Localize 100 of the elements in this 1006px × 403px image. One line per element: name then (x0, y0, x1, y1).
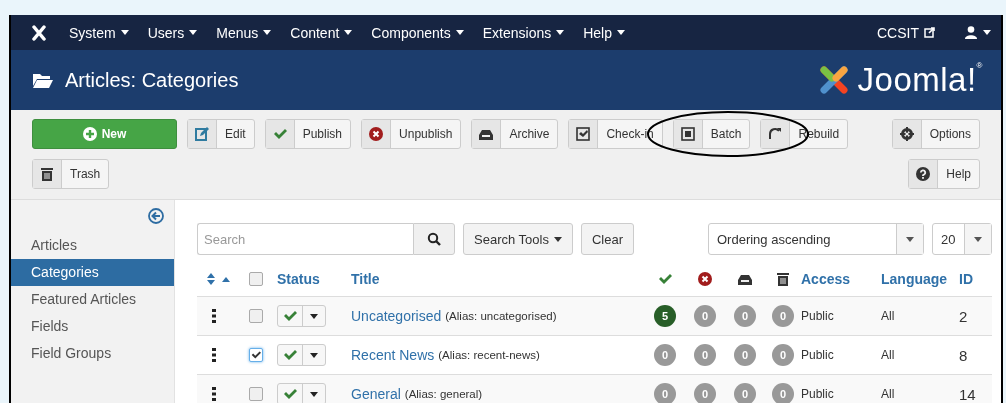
access-text: Public (801, 387, 834, 401)
publish-button[interactable]: Publish (264, 119, 352, 149)
check-icon (272, 127, 287, 141)
column-header[interactable]: Access (801, 271, 851, 287)
status-toggle[interactable] (277, 383, 326, 403)
caret-icon (974, 236, 982, 242)
sidebar-item[interactable]: Field Groups (11, 340, 174, 367)
id-text: 14 (959, 385, 976, 403)
status-toggle[interactable] (277, 344, 326, 366)
drag-handle-icon[interactable] (212, 387, 216, 401)
page-title: Articles: Categories (65, 68, 240, 92)
column-header[interactable]: Title (351, 271, 380, 287)
logo-text: Joomla!$^{®}$ (857, 61, 983, 99)
drag-handle-icon[interactable] (212, 309, 216, 323)
check-icon (283, 309, 297, 323)
nav-menu[interactable]: Users (147, 24, 198, 41)
access-text: Public (801, 309, 834, 323)
caret-icon (344, 30, 353, 35)
trash-icon (776, 272, 790, 286)
language-text: All (881, 348, 895, 362)
sort-icon[interactable] (207, 273, 215, 285)
column-header[interactable]: ID (959, 271, 973, 287)
question-icon (916, 167, 931, 181)
caret-icon (263, 30, 272, 35)
trash-button[interactable]: Trash (32, 159, 110, 189)
x-circle-icon (369, 127, 384, 141)
language-text: All (881, 387, 895, 401)
options-button[interactable]: Options (891, 119, 980, 149)
edit-button[interactable]: Edit (187, 119, 255, 149)
row-checkbox[interactable] (249, 387, 263, 401)
drag-handle-icon[interactable] (212, 348, 216, 362)
category-title-link[interactable]: Recent News (351, 347, 435, 363)
logo-icon[interactable] (31, 24, 47, 41)
clear-button[interactable]: Clear (580, 223, 634, 255)
folder-icon (33, 72, 53, 88)
select-all-checkbox[interactable] (249, 272, 263, 286)
trash-icon (40, 167, 54, 181)
limit-dropdown[interactable]: 20 (932, 223, 992, 255)
square-icon (680, 127, 695, 141)
edit-icon (195, 127, 209, 141)
external-link-icon (924, 27, 935, 38)
search-button[interactable] (413, 223, 455, 255)
check-icon (658, 272, 672, 286)
search-tools-button[interactable]: Search Tools (463, 223, 573, 255)
caret-icon (189, 30, 198, 35)
id-text: 2 (959, 307, 968, 325)
archive-button[interactable]: Archive (471, 119, 559, 149)
nav-menu[interactable]: Components (371, 24, 464, 41)
nav-menu[interactable]: Menus (216, 24, 272, 41)
check-icon (283, 348, 297, 362)
batch-button[interactable]: Batch (672, 119, 751, 149)
count-badge[interactable]: 5 (654, 305, 676, 327)
site-link[interactable]: CCSIT (877, 24, 919, 41)
alias-text: (Alias: general) (404, 388, 483, 400)
nav-menu[interactable]: Content (290, 24, 353, 41)
check-icon (283, 387, 297, 401)
archive-icon (738, 272, 752, 286)
column-header[interactable]: Status (277, 271, 320, 287)
caret-icon (310, 391, 318, 397)
caret-icon (310, 352, 318, 358)
row-checkbox[interactable] (249, 309, 263, 323)
caret-icon (553, 236, 562, 242)
sidebar-item[interactable]: Featured Articles (11, 286, 174, 313)
nav-menu[interactable]: Extensions (482, 24, 565, 41)
plus-circle-icon (82, 127, 97, 141)
category-title-link[interactable]: Uncategorised (351, 308, 442, 324)
sidebar-item[interactable]: Categories (11, 259, 174, 286)
access-text: Public (801, 348, 834, 362)
id-text: 8 (959, 346, 968, 364)
language-text: All (881, 309, 895, 323)
unpublish-button[interactable]: Unpublish (361, 119, 462, 149)
sidebar-item[interactable]: Articles (11, 232, 174, 259)
archive-icon (479, 127, 494, 141)
checkbox-icon (576, 127, 591, 141)
caret-icon (906, 236, 914, 242)
help-button[interactable]: Help (908, 159, 980, 189)
nav-menu[interactable]: System (69, 24, 129, 41)
row-checkbox[interactable] (249, 348, 263, 362)
category-title-link[interactable]: General (351, 386, 401, 402)
collapse-sidebar-icon[interactable] (148, 208, 164, 224)
column-header[interactable]: Language (881, 271, 948, 287)
caret-icon (983, 30, 991, 35)
x-circle-icon (698, 272, 712, 286)
caret-icon (310, 313, 318, 319)
status-toggle[interactable] (277, 305, 326, 327)
caret-icon (455, 30, 464, 35)
search-field[interactable]: Search (197, 223, 413, 255)
user-icon[interactable] (965, 26, 977, 39)
search-icon (427, 232, 441, 246)
caret-icon (556, 30, 565, 35)
alias-text: (Alias: uncategorised) (445, 310, 557, 322)
gear-icon (899, 127, 914, 141)
caret-icon (120, 30, 129, 35)
nav-menu[interactable]: Help (583, 24, 625, 41)
refresh-icon (768, 127, 783, 141)
alias-text: (Alias: recent-news) (438, 349, 540, 361)
ordering-dropdown[interactable]: Ordering ascending (708, 223, 924, 255)
sidebar-item[interactable]: Fields (11, 313, 174, 340)
caret-icon (617, 30, 625, 35)
caret-up-icon[interactable] (222, 276, 230, 282)
